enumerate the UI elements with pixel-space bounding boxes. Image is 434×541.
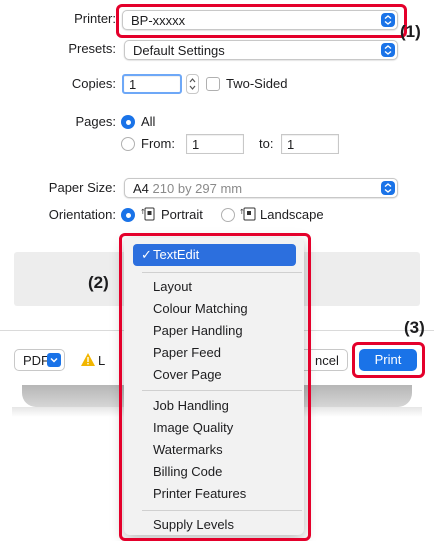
landscape-radio[interactable] (221, 208, 235, 222)
printer-label: Printer: (74, 11, 116, 26)
highlight-printer (116, 4, 407, 38)
paper-size-label: Paper Size: (48, 180, 116, 195)
pages-to-label: to: (259, 136, 274, 151)
pages-from-radio[interactable] (121, 137, 135, 151)
callout-1: (1) (400, 22, 421, 41)
copies-stepper[interactable] (186, 74, 199, 94)
two-sided-label: Two-Sided (226, 76, 288, 91)
pdf-label: PDF (23, 353, 49, 368)
callout-2: (2) (88, 273, 109, 292)
highlight-menu (119, 233, 311, 541)
two-sided-checkbox[interactable] (206, 77, 220, 91)
paper-size-value: A4 210 by 297 mm (133, 181, 243, 196)
landscape-label: Landscape (260, 207, 324, 222)
stepper-arrows-icon (189, 78, 196, 90)
pages-all-radio[interactable] (121, 115, 135, 129)
orientation-label: Orientation: (48, 207, 116, 222)
paper-size-popup[interactable]: A4 210 by 297 mm (124, 178, 398, 198)
copies-field[interactable]: 1 (122, 74, 182, 94)
pages-from-label: From: (141, 136, 175, 151)
chevron-updown-icon (381, 181, 395, 195)
copies-label: Copies: (71, 76, 116, 91)
presets-value: Default Settings (133, 43, 225, 58)
warning-icon (80, 352, 96, 370)
landscape-orientation-icon: ↑ (239, 206, 256, 225)
pages-to-field[interactable]: 1 (281, 134, 339, 154)
pdf-button[interactable]: PDF (14, 349, 65, 371)
callout-3: (3) (404, 318, 425, 337)
cancel-label: ncel (315, 353, 339, 368)
copies-value: 1 (129, 77, 137, 92)
pages-to-value: 1 (287, 137, 295, 152)
portrait-orientation-icon: ↑ (140, 206, 156, 225)
pages-label: Pages: (75, 114, 116, 129)
chevron-down-icon (47, 353, 61, 367)
presets-popup[interactable]: Default Settings (124, 40, 398, 60)
portrait-label: Portrait (161, 207, 203, 222)
pages-from-field[interactable]: 1 (186, 134, 244, 154)
highlight-print-button (352, 342, 425, 378)
pages-from-value: 1 (192, 137, 200, 152)
pages-all-label: All (141, 114, 156, 129)
chevron-updown-icon (381, 43, 395, 57)
portrait-radio[interactable] (121, 208, 135, 222)
presets-label: Presets: (68, 41, 116, 56)
partial-hidden-text: L (98, 353, 106, 368)
